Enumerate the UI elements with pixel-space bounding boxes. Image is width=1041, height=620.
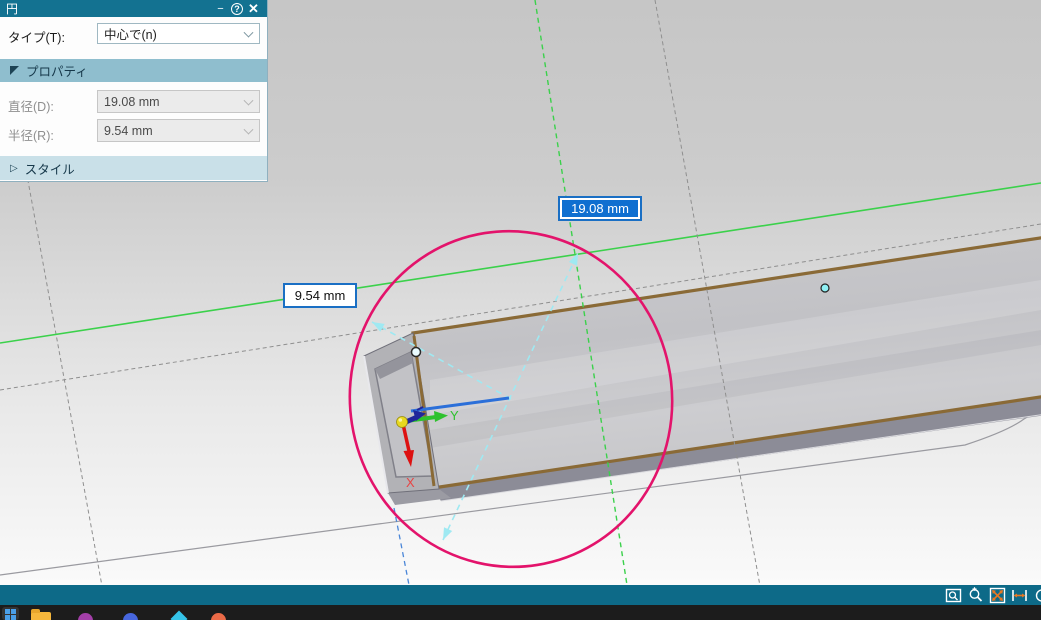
vertex-marker[interactable] [412,348,421,357]
start-button-icon[interactable] [5,609,16,620]
dialog-titlebar[interactable]: 円 − ? ✕ [0,0,267,17]
type-label: タイプ(T): [8,27,65,46]
zoom-window-icon[interactable] [945,587,962,604]
expand-triangle-icon: ▷ [10,163,18,174]
type-dropdown[interactable]: 中心で(n) [97,23,260,44]
radius-field: 9.54 mm [97,119,260,142]
selected-text: 19.08 mm [562,200,638,217]
file-explorer-icon[interactable] [31,612,51,620]
windows-taskbar [0,605,1041,620]
app-blue-icon[interactable] [123,613,138,620]
zoom-in-out-icon[interactable] [967,587,984,604]
y-axis-label: Y [450,408,459,423]
close-icon[interactable]: ✕ [246,1,261,16]
minimize-icon[interactable]: − [213,1,228,16]
chevron-down-icon [244,124,254,134]
diameter-label: 直径(D): [8,96,54,115]
beam-solid[interactable] [364,235,1041,505]
app-purple-icon[interactable] [78,613,93,620]
radius-label: 半径(R): [8,125,54,144]
diameter-field: 19.08 mm [97,90,260,113]
origin-ball[interactable] [397,417,408,428]
x-axis-label: X [406,475,415,490]
pan-width-icon[interactable] [1011,587,1028,604]
circle-dialog: 円 − ? ✕ タイプ(T): 中心で(n) プロパティ 直径(D): 19.0… [0,0,268,182]
app-orange-icon[interactable] [211,613,226,620]
style-section-header[interactable]: ▷ スタイル [0,156,267,180]
help-icon[interactable]: ? [231,3,243,15]
surface-point-marker[interactable] [821,284,829,292]
radius-dimension-label[interactable]: 9.54 mm [283,283,357,308]
dialog-title: 円 [6,0,18,17]
refit-icon[interactable] [989,587,1006,604]
collapse-triangle-icon [10,66,19,75]
diameter-dimension-input[interactable]: 19.08 mm [558,196,642,221]
screen: X Y 9.54 mm 19.08 mm 円 [0,0,1041,620]
partial-icon[interactable] [1033,587,1041,604]
3d-viewport[interactable]: X Y 9.54 mm 19.08 mm 円 [0,0,1041,585]
chevron-down-icon [244,27,254,37]
app-cyan-diamond-icon[interactable] [171,611,188,620]
chevron-down-icon [244,95,254,105]
viewport-statusbar [0,585,1041,605]
properties-section-header[interactable]: プロパティ [0,59,267,82]
